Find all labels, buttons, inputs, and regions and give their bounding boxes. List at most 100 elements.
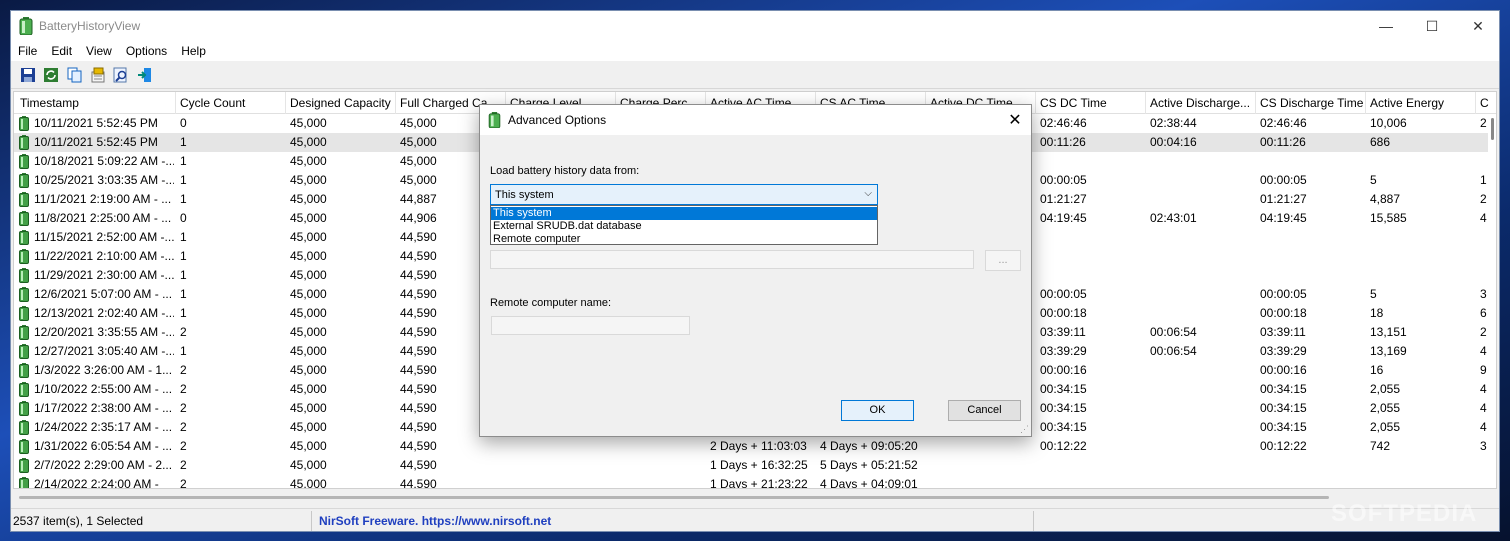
refresh-button[interactable] bbox=[41, 65, 61, 85]
table-cell: 2/14/2022 2:24:00 AM - bbox=[34, 477, 159, 489]
menu-view[interactable]: View bbox=[79, 44, 119, 58]
table-cell bbox=[1260, 268, 1364, 284]
horizontal-scrollbar[interactable] bbox=[13, 489, 1497, 507]
column-header[interactable]: Active Energy bbox=[1366, 92, 1476, 114]
table-cell: 45,000 bbox=[290, 363, 327, 377]
table-cell bbox=[510, 439, 614, 455]
battery-icon bbox=[19, 325, 29, 340]
table-cell bbox=[620, 477, 704, 488]
horizontal-scroll-thumb[interactable] bbox=[19, 496, 1329, 499]
battery-icon bbox=[19, 363, 29, 378]
table-cell: 1/3/2022 3:26:00 AM - 1... bbox=[34, 363, 173, 377]
table-cell: 45,000 bbox=[290, 306, 327, 320]
find-button[interactable] bbox=[111, 65, 131, 85]
column-header[interactable]: Active Discharge... bbox=[1146, 92, 1256, 114]
option-external-srudb[interactable]: External SRUDB.dat database bbox=[491, 220, 877, 233]
database-path-field[interactable] bbox=[490, 250, 974, 269]
table-cell bbox=[1150, 363, 1254, 379]
properties-button[interactable] bbox=[88, 65, 108, 85]
table-cell: 1 bbox=[180, 344, 187, 358]
vertical-scrollbar[interactable] bbox=[1488, 114, 1496, 488]
table-cell: 1/17/2022 2:38:00 AM - ... bbox=[34, 401, 173, 415]
table-cell bbox=[1040, 154, 1144, 170]
table-cell: 45,000 bbox=[290, 211, 327, 225]
minimize-button[interactable]: — bbox=[1363, 11, 1409, 41]
table-cell: 00:12:22 bbox=[1040, 439, 1087, 453]
table-cell: 1 bbox=[180, 230, 187, 244]
exit-icon bbox=[138, 68, 151, 82]
menu-edit[interactable]: Edit bbox=[44, 44, 79, 58]
table-cell bbox=[1370, 268, 1474, 284]
table-cell: 45,000 bbox=[290, 420, 327, 434]
table-cell: 5 Days + 05:21:52 bbox=[820, 458, 918, 472]
copy-button[interactable] bbox=[65, 65, 85, 85]
save-icon bbox=[21, 68, 35, 82]
table-cell bbox=[1040, 458, 1144, 474]
option-this-system[interactable]: This system bbox=[491, 207, 877, 220]
menu-file[interactable]: File bbox=[11, 44, 44, 58]
dialog-title-bar[interactable]: Advanced Options ✕ bbox=[480, 105, 1031, 135]
table-cell: 10/11/2021 5:52:45 PM bbox=[34, 135, 158, 149]
ok-button[interactable]: OK bbox=[841, 400, 914, 421]
table-cell: 00:11:26 bbox=[1040, 135, 1086, 149]
table-cell: 00:00:05 bbox=[1040, 287, 1087, 301]
table-cell: 16 bbox=[1370, 363, 1384, 377]
column-header[interactable]: Cycle Count bbox=[176, 92, 286, 114]
save-button[interactable] bbox=[18, 65, 38, 85]
table-cell: 1 bbox=[180, 173, 187, 187]
table-cell bbox=[1260, 477, 1364, 488]
column-header[interactable]: C bbox=[1476, 92, 1496, 114]
table-cell: 0 bbox=[180, 211, 187, 225]
table-cell: 45,000 bbox=[290, 382, 327, 396]
table-cell bbox=[1150, 173, 1254, 189]
table-row[interactable]: 2/14/2022 2:24:00 AM - 2 45,000 44,590 1 Day… bbox=[14, 475, 1494, 489]
vertical-scroll-thumb[interactable] bbox=[1491, 118, 1494, 140]
cancel-button[interactable]: Cancel bbox=[948, 400, 1021, 421]
dialog-close-button[interactable]: ✕ bbox=[1004, 109, 1026, 131]
load-source-combobox[interactable]: This system ⌵ bbox=[490, 184, 878, 205]
battery-icon bbox=[19, 135, 29, 150]
table-cell: 00:00:18 bbox=[1260, 306, 1307, 320]
resize-grip-icon[interactable]: ⋰ bbox=[1019, 424, 1029, 434]
table-row[interactable]: 1/31/2022 6:05:54 AM - ... 2 45,000 44,590 2… bbox=[14, 437, 1494, 456]
table-cell bbox=[1040, 249, 1144, 265]
table-cell: 45,000 bbox=[290, 116, 327, 130]
table-cell: 04:19:45 bbox=[1260, 211, 1307, 225]
table-cell bbox=[1150, 439, 1254, 455]
table-cell bbox=[1370, 154, 1474, 170]
menu-help[interactable]: Help bbox=[174, 44, 213, 58]
chevron-down-icon: ⌵ bbox=[864, 188, 872, 199]
table-cell: 2 bbox=[180, 401, 187, 415]
table-cell: 00:00:05 bbox=[1040, 173, 1087, 187]
table-cell: 00:04:16 bbox=[1150, 135, 1197, 149]
table-cell bbox=[1150, 401, 1254, 417]
table-cell: 10/25/2021 3:03:35 AM -... bbox=[34, 173, 174, 187]
column-header[interactable]: CS Discharge Time bbox=[1256, 92, 1366, 114]
table-cell: 45,000 bbox=[290, 173, 327, 187]
option-remote-computer[interactable]: Remote computer bbox=[491, 233, 877, 246]
table-cell: 00:00:16 bbox=[1260, 363, 1307, 377]
column-header[interactable]: Designed Capacity bbox=[286, 92, 396, 114]
exit-button[interactable] bbox=[135, 65, 155, 85]
column-header[interactable]: CS DC Time bbox=[1036, 92, 1146, 114]
table-cell: 00:34:15 bbox=[1040, 382, 1087, 396]
battery-app-icon bbox=[19, 17, 33, 35]
maximize-button[interactable]: ☐ bbox=[1409, 11, 1455, 41]
title-bar[interactable]: BatteryHistoryView — ☐ ✕ bbox=[11, 11, 1499, 41]
table-cell: 4 Days + 04:09:01 bbox=[820, 477, 918, 489]
menu-options[interactable]: Options bbox=[119, 44, 174, 58]
nirsoft-link[interactable]: NirSoft Freeware. https://www.nirsoft.ne… bbox=[319, 514, 551, 528]
table-cell: 11/15/2021 2:52:00 AM -... bbox=[34, 230, 174, 244]
remote-computer-field[interactable] bbox=[491, 316, 690, 335]
table-cell: 5 bbox=[1370, 173, 1377, 187]
battery-icon bbox=[19, 249, 29, 264]
column-header[interactable]: Timestamp bbox=[16, 92, 176, 114]
table-cell: 1 bbox=[180, 306, 187, 320]
close-button[interactable]: ✕ bbox=[1455, 11, 1499, 41]
table-row[interactable]: 2/7/2022 2:29:00 AM - 2... 2 45,000 44,590 1… bbox=[14, 456, 1494, 475]
table-cell bbox=[1260, 249, 1364, 265]
toolbar bbox=[11, 61, 1499, 89]
browse-button[interactable]: ... bbox=[985, 250, 1021, 271]
copy-icon bbox=[67, 67, 82, 83]
item-count-status: 2537 item(s), 1 Selected bbox=[13, 514, 144, 528]
